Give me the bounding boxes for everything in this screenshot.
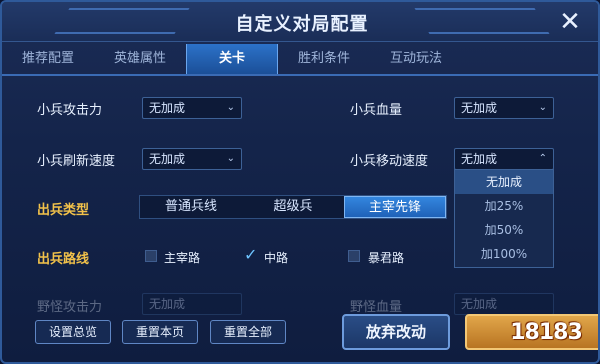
jungle-attack-label: 野怪攻击力 (37, 300, 103, 315)
minion-lane-label: 出兵路线 (37, 252, 90, 267)
jungle-hp-value: 无加成 (461, 297, 498, 311)
dropdown-option[interactable]: 加100% (455, 242, 553, 266)
lane-checkbox-tyrant[interactable] (348, 250, 360, 262)
page-title: 自定义对局配置 (235, 14, 369, 35)
minion-type-normal[interactable]: 普通兵线 (140, 196, 242, 218)
discard-changes-button[interactable]: 放弃改动 (342, 314, 450, 350)
dropdown-option[interactable]: 加50% (455, 218, 553, 242)
tab-interactive-play[interactable]: 互动玩法 (370, 44, 462, 74)
chevron-down-icon: ⌄ (226, 153, 235, 164)
dropdown-option[interactable]: 加25% (455, 194, 553, 218)
minion-hp-value: 无加成 (461, 101, 498, 115)
minion-type-label: 出兵类型 (37, 203, 90, 218)
reset-all-button[interactable]: 重置全部 (210, 320, 286, 344)
jungle-attack-value: 无加成 (149, 297, 186, 311)
minion-refresh-select[interactable]: 无加成 ⌄ (142, 148, 242, 170)
close-icon[interactable]: ✕ (556, 8, 584, 36)
minion-type-super[interactable]: 超级兵 (242, 196, 344, 218)
minion-move-label: 小兵移动速度 (350, 154, 429, 169)
jungle-hp-label: 野怪血量 (350, 300, 403, 315)
chevron-up-icon: ⌃ (538, 153, 547, 164)
minion-attack-value: 无加成 (149, 101, 186, 115)
minion-move-value: 无加成 (461, 152, 498, 166)
lane-label-mid: 中路 (264, 251, 289, 265)
tab-stage[interactable]: 关卡 (186, 44, 278, 74)
minion-hp-label: 小兵血量 (350, 103, 403, 118)
tab-recommended[interactable]: 推荐配置 (2, 44, 94, 74)
tab-bar: 推荐配置 英雄属性 关卡 胜利条件 互动玩法 (2, 44, 598, 76)
minion-refresh-value: 无加成 (149, 152, 186, 166)
tab-hero-attributes[interactable]: 英雄属性 (94, 44, 186, 74)
jungle-attack-select[interactable]: 无加成 (142, 293, 242, 315)
check-icon[interactable]: ✓ (244, 247, 257, 263)
minion-hp-select[interactable]: 无加成 ⌄ (454, 97, 554, 119)
chevron-down-icon: ⌄ (226, 102, 235, 113)
minion-attack-select[interactable]: 无加成 ⌄ (142, 97, 242, 119)
lane-checkbox-overlord[interactable] (145, 250, 157, 262)
minion-attack-label: 小兵攻击力 (37, 103, 103, 118)
watermark-logo: 18183 (510, 320, 583, 345)
title-bar: 自定义对局配置 ✕ (2, 2, 598, 42)
tab-victory-conditions[interactable]: 胜利条件 (278, 44, 370, 74)
config-panel: 自定义对局配置 ✕ 推荐配置 英雄属性 关卡 胜利条件 互动玩法 小兵攻击力 无… (0, 0, 600, 364)
settings-overview-button[interactable]: 设置总览 (35, 320, 111, 344)
jungle-hp-select[interactable]: 无加成 (454, 293, 554, 315)
reset-page-button[interactable]: 重置本页 (122, 320, 198, 344)
lane-label-overlord: 主宰路 (164, 251, 201, 265)
minion-move-select[interactable]: 无加成 ⌃ (454, 148, 554, 170)
lane-label-tyrant: 暴君路 (368, 251, 405, 265)
minion-type-overlord-vanguard[interactable]: 主宰先锋 (344, 196, 446, 218)
dropdown-option[interactable]: 无加成 (455, 170, 553, 194)
chevron-down-icon: ⌄ (538, 102, 547, 113)
minion-move-dropdown: 无加成 加25% 加50% 加100% (454, 169, 554, 268)
minion-refresh-label: 小兵刷新速度 (37, 154, 116, 169)
minion-type-segmented: 普通兵线 超级兵 主宰先锋 (139, 195, 447, 219)
